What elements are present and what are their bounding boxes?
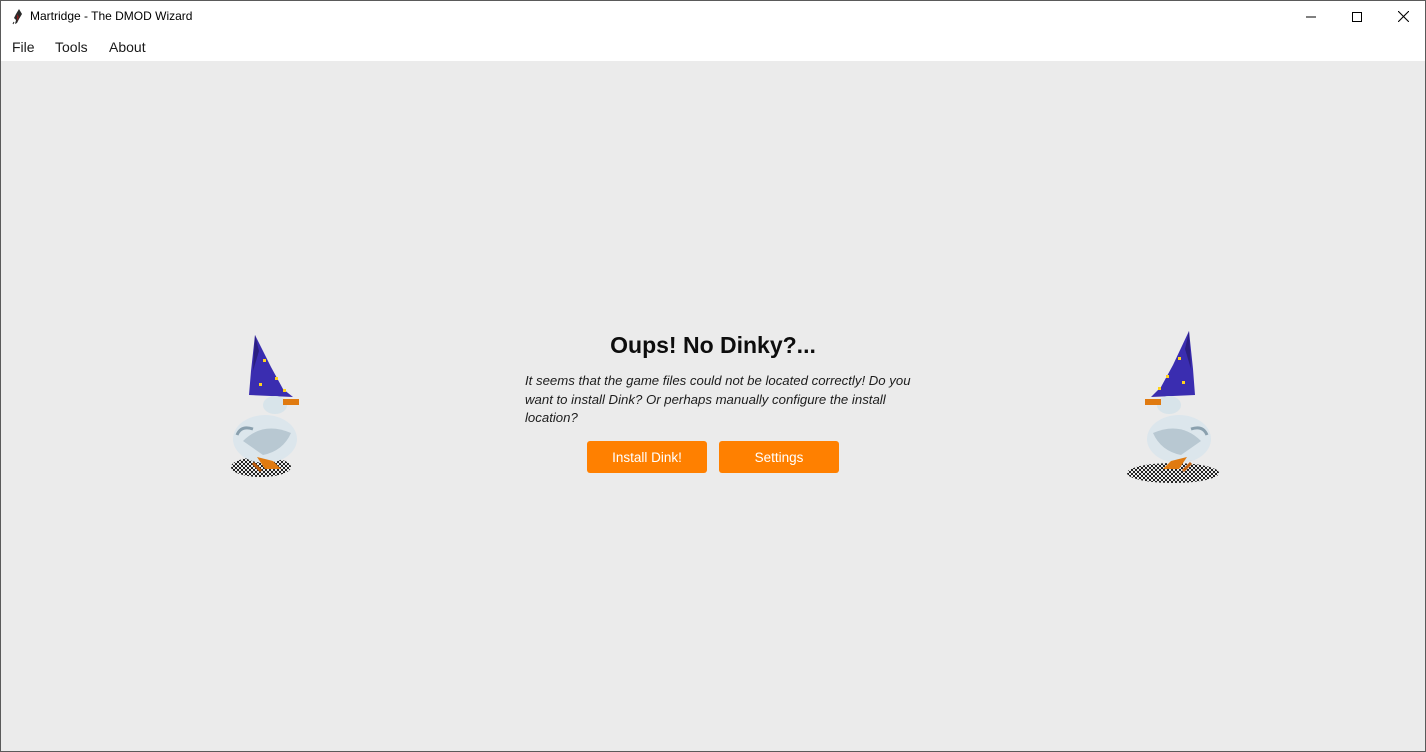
minimize-button[interactable] — [1288, 1, 1334, 32]
window-title: Martridge - The DMOD Wizard — [30, 9, 193, 23]
maximize-icon — [1352, 11, 1362, 22]
title-bar[interactable]: Martridge - The DMOD Wizard — [1, 1, 1425, 32]
menu-tools[interactable]: Tools — [55, 39, 88, 55]
menu-file[interactable]: File — [12, 39, 35, 55]
dialog-message: It seems that the game files could not b… — [525, 373, 911, 425]
feather-icon — [12, 9, 22, 25]
wizard-duck-left — [231, 335, 299, 477]
menu-about[interactable]: About — [109, 39, 146, 55]
settings-button[interactable]: Settings — [719, 441, 839, 473]
close-icon — [1397, 11, 1409, 22]
maximize-button[interactable] — [1334, 1, 1380, 32]
close-button[interactable] — [1380, 1, 1425, 32]
wizard-duck-right — [1127, 331, 1219, 483]
install-dink-button[interactable]: Install Dink! — [587, 441, 707, 473]
minimize-icon — [1306, 16, 1316, 17]
main-content: Oups! No Dinky?... It seems that the gam… — [1, 61, 1425, 751]
app-window: Martridge - The DMOD Wizard File Tools A… — [0, 0, 1426, 752]
menu-bar: File Tools About — [1, 32, 1425, 61]
dialog-heading: Oups! No Dinky?... — [610, 332, 816, 358]
